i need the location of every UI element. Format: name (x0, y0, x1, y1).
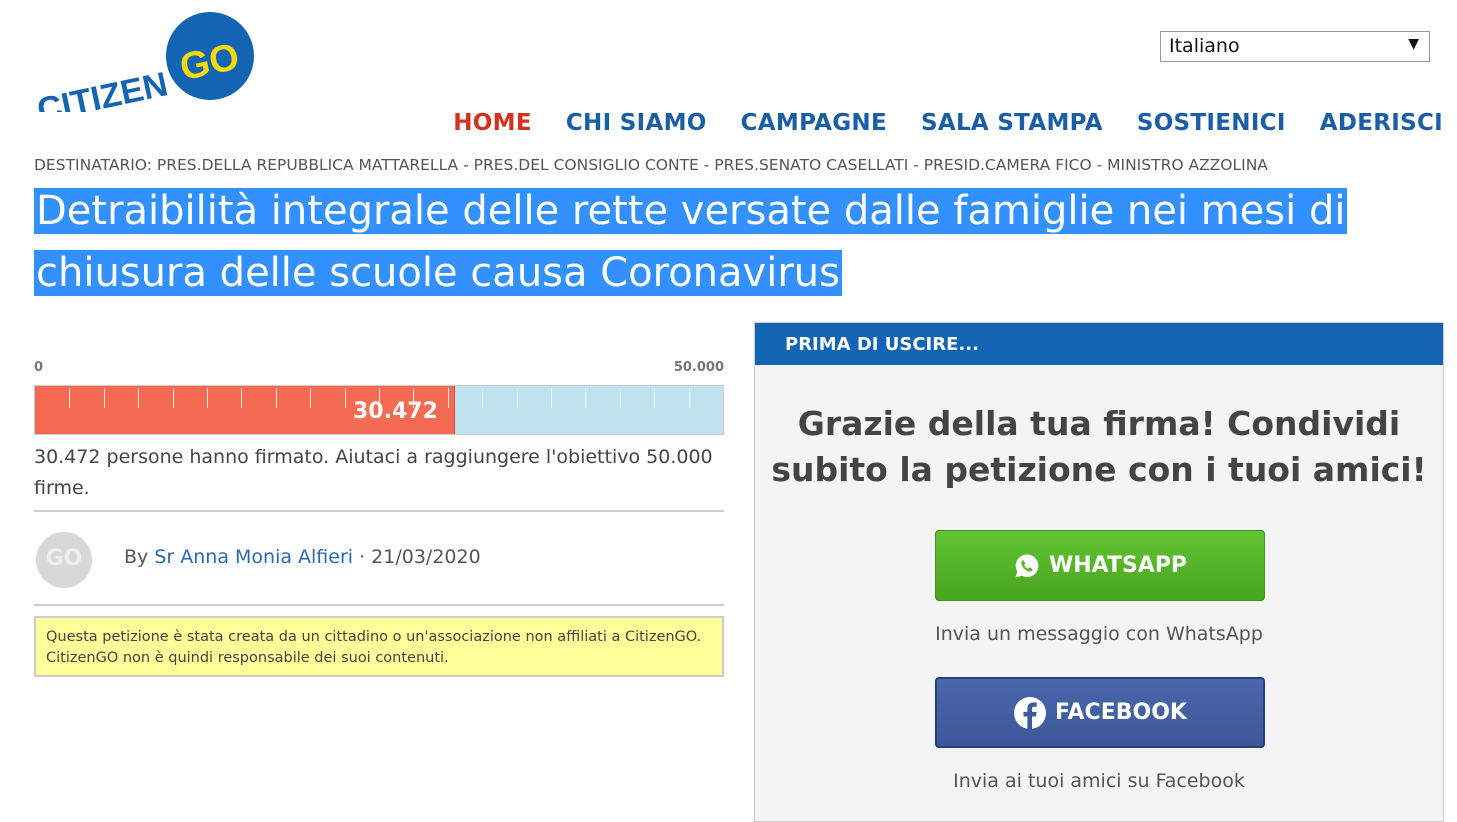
nav-home[interactable]: HOME (453, 110, 532, 136)
progress-tick (241, 388, 242, 408)
progress-tick (69, 388, 70, 408)
progress-tick (207, 388, 208, 408)
progress-tick (620, 388, 621, 408)
petition-date: · 21/03/2020 (353, 546, 481, 568)
nav-campagne[interactable]: CAMPAGNE (741, 110, 887, 136)
nav-sala-stampa[interactable]: SALA STAMPA (921, 110, 1103, 136)
progress-tick (310, 388, 311, 408)
share-panel-heading: Grazie della tua firma! Condividi subito… (771, 404, 1427, 489)
progress-tick (276, 388, 277, 408)
logo-text-citizen: CITIZEN (34, 65, 171, 112)
signature-progress-bar: 30.472 (34, 385, 724, 435)
petition-title-text: Detraibilità integrale delle rette versa… (34, 188, 1348, 296)
progress-tick (448, 388, 449, 408)
author-line: By Sr Anna Monia Alfieri · 21/03/2020 (124, 546, 481, 568)
signature-count-text: 30.472 persone hanno firmato. Aiutaci a … (34, 446, 713, 499)
whatsapp-icon (1015, 553, 1039, 577)
author-by: By (124, 546, 149, 568)
whatsapp-caption: Invia un messaggio con WhatsApp (935, 623, 1263, 645)
nav-chi-siamo[interactable]: CHI SIAMO (566, 110, 707, 136)
progress-labels: 0 50.000 (34, 360, 724, 378)
petition-recipient: DESTINATARIO: PRES.DELLA REPUBBLICA MATT… (34, 156, 1268, 174)
disclaimer-notice: Questa petizione è stata creata da un ci… (34, 616, 724, 677)
avatar-text: GO (45, 546, 83, 571)
main-nav: HOME CHI SIAMO CAMPAGNE SALA STAMPA SOST… (453, 110, 1443, 136)
share-panel: PRIMA DI USCIRE... Grazie della tua firm… (754, 322, 1444, 822)
progress-min-label: 0 (34, 360, 44, 375)
progress-tick (482, 388, 483, 408)
nav-aderisci[interactable]: ADERISCI (1320, 110, 1443, 136)
divider (34, 604, 724, 606)
progress-current-value: 30.472 (353, 399, 438, 424)
share-panel-header: PRIMA DI USCIRE... (755, 323, 1443, 365)
progress-tick (517, 388, 518, 408)
whatsapp-button-label: WHATSAPP (1048, 553, 1188, 578)
avatar: GO (36, 532, 92, 588)
facebook-share-button[interactable]: FACEBOOK (935, 677, 1265, 748)
progress-tick (551, 388, 552, 408)
dropdown-arrow-icon: ▼ (1408, 36, 1419, 52)
facebook-caption: Invia ai tuoi amici su Facebook (953, 770, 1245, 792)
progress-tick (138, 388, 139, 408)
progress-tick (173, 388, 174, 408)
progress-tick (689, 388, 690, 408)
progress-tick (585, 388, 586, 408)
language-select-value: Italiano (1169, 35, 1240, 57)
nav-sostienici[interactable]: SOSTIENICI (1137, 110, 1286, 136)
progress-tick (345, 388, 346, 408)
citizengo-logo[interactable]: CITIZEN GO (32, 12, 262, 112)
language-select[interactable]: Italiano ▼ (1160, 31, 1430, 62)
facebook-icon (1014, 696, 1047, 729)
author-name-link[interactable]: Sr Anna Monia Alfieri (154, 546, 353, 568)
progress-max-label: 50.000 (673, 360, 724, 375)
divider (34, 510, 724, 512)
whatsapp-share-button[interactable]: WHATSAPP (935, 530, 1265, 601)
progress-tick (104, 388, 105, 408)
petition-title: Detraibilità integrale delle rette versa… (34, 180, 1434, 304)
share-panel-header-text: PRIMA DI USCIRE... (785, 334, 979, 355)
progress-tick (654, 388, 655, 408)
facebook-button-label: FACEBOOK (1055, 700, 1187, 725)
